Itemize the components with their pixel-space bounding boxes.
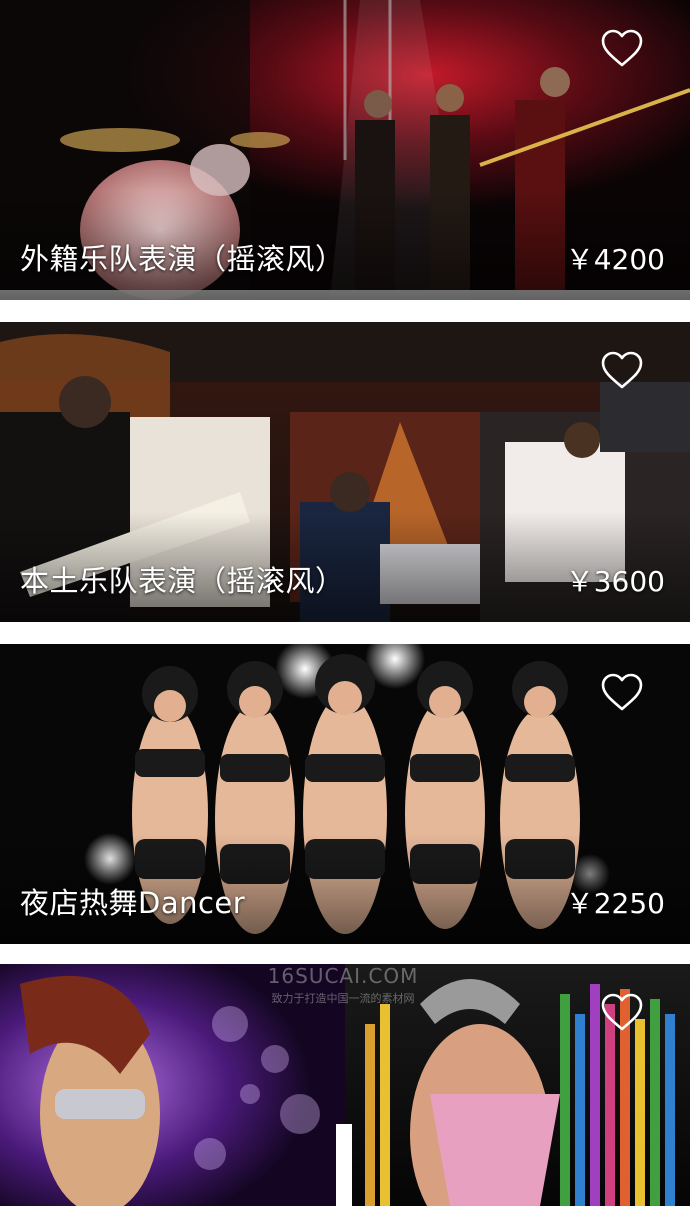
watermark-line1: 16SUCAI.COM [267, 964, 419, 988]
heart-outline-icon[interactable] [600, 992, 644, 1032]
performance-card[interactable]: 外籍乐队表演（摇滚风） ￥4200 [0, 0, 690, 300]
performance-feed: 外籍乐队表演（摇滚风） ￥4200 本土乐队表演（摇滚风） ￥3600 夜店热舞… [0, 0, 690, 1206]
site-watermark: 16SUCAI.COM 致力于打造中国一流的素材网 [258, 964, 428, 1014]
card-title: 本土乐队表演（摇滚风） [20, 564, 345, 598]
card-price: ￥4200 [565, 243, 665, 276]
performance-card[interactable]: 夜店热舞Dancer ￥2250 [0, 644, 690, 944]
card-title: 外籍乐队表演（摇滚风） [20, 242, 345, 276]
heart-outline-icon[interactable] [600, 28, 644, 68]
scroll-indicator[interactable] [336, 1124, 352, 1206]
card-title: 夜店热舞Dancer [20, 886, 246, 920]
card-price: ￥2250 [565, 887, 665, 920]
watermark-line2: 致力于打造中国一流的素材网 [271, 992, 415, 1005]
card-price: ￥3600 [565, 565, 665, 598]
performance-card[interactable]: 本土乐队表演（摇滚风） ￥3600 [0, 322, 690, 622]
heart-outline-icon[interactable] [600, 350, 644, 390]
heart-outline-icon[interactable] [600, 672, 644, 712]
